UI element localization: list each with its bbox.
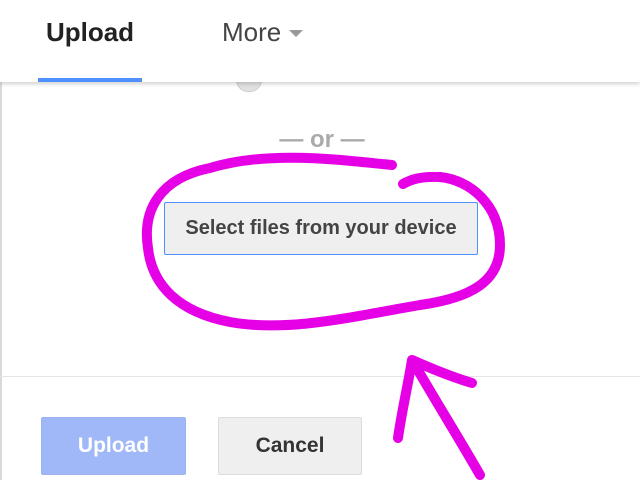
tab-more[interactable]: More <box>222 0 318 82</box>
tab-upload[interactable]: Upload <box>38 0 142 82</box>
tab-upload-label: Upload <box>45 16 135 47</box>
cancel-button[interactable]: Cancel <box>218 417 362 475</box>
or-divider: — or — <box>279 126 365 153</box>
tab-bar: Upload More <box>0 0 640 82</box>
upload-dialog: Upload More — or — Select files from you… <box>0 0 640 480</box>
tab-more-label: More <box>222 16 282 47</box>
select-files-button[interactable]: Select files from your device <box>164 202 478 255</box>
upload-button[interactable]: Upload <box>41 417 186 475</box>
active-tab-indicator <box>38 78 142 82</box>
footer-divider <box>0 376 640 377</box>
chevron-down-icon <box>289 29 304 37</box>
annotation-arrow <box>393 355 485 480</box>
